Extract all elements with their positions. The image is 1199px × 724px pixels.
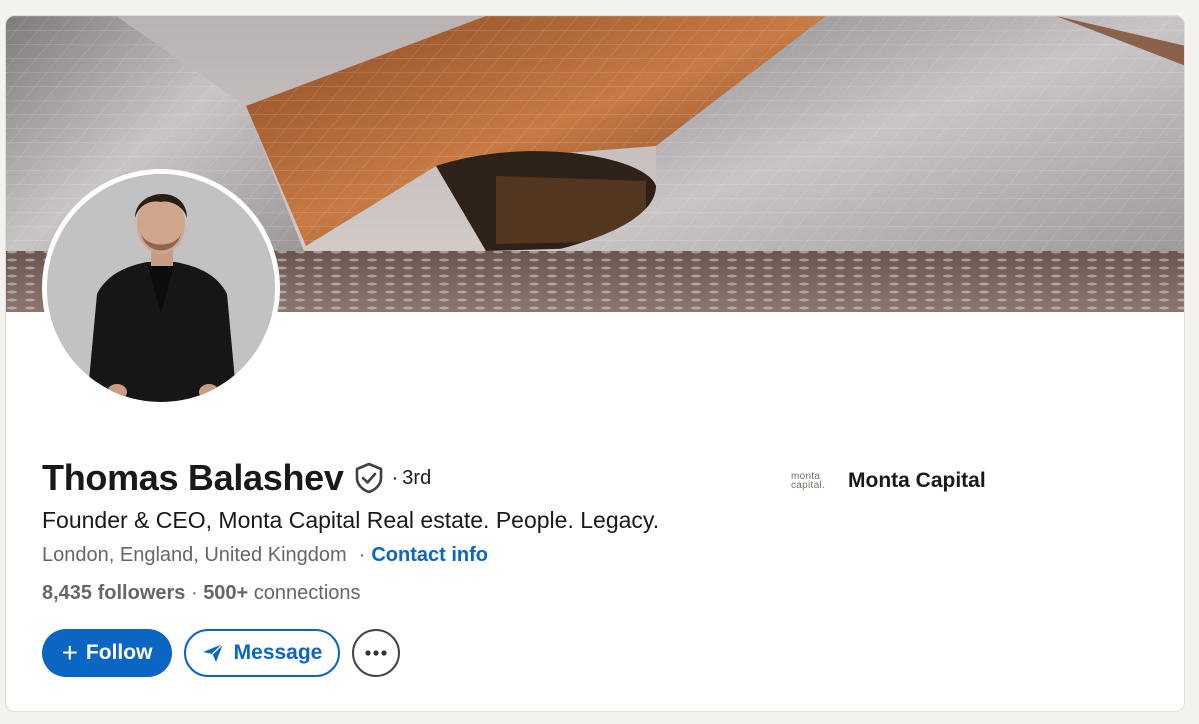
profile-actions: + Follow Message [42,629,400,677]
verified-shield-icon[interactable] [354,462,384,494]
current-company[interactable]: monta capital. Monta Capital [791,466,986,496]
location-text: London, England, United Kingdom [42,544,347,566]
paper-plane-icon [202,643,224,662]
message-button[interactable]: Message [184,629,340,677]
degree-label: 3rd [402,466,432,489]
location-row: London, England, United Kingdom · Contac… [42,544,488,567]
profile-name: Thomas Balashev [42,457,344,498]
company-name[interactable]: Monta Capital [848,469,986,493]
follow-button[interactable]: + Follow [42,629,172,677]
connections-label: connections [248,582,361,604]
company-logo-line2: capital. [791,480,826,491]
profile-avatar-frame[interactable] [42,169,280,407]
contact-info-link[interactable]: Contact info [371,544,488,567]
more-actions-button[interactable] [352,629,400,677]
followers-count[interactable]: 8,435 followers [42,582,185,604]
ellipsis-icon [365,650,387,656]
profile-name-row: Thomas Balashev · 3rd [42,456,431,500]
avatar[interactable] [47,174,275,402]
connection-degree: · 3rd [392,467,432,490]
follow-label: Follow [85,641,153,664]
degree-separator: · [391,466,399,489]
message-label: Message [233,641,323,664]
stats-row: 8,435 followers · 500+ connections [42,582,361,605]
plus-icon: + [61,637,78,668]
profile-headline: Founder & CEO, Monta Capital Real estate… [42,507,660,533]
company-logo[interactable]: monta capital. [791,469,835,493]
stats-separator: · [185,582,204,604]
connections-count[interactable]: 500+ [203,582,248,604]
location-separator: · [358,544,366,566]
profile-card: Thomas Balashev · 3rd monta capital. Mont… [5,15,1185,712]
